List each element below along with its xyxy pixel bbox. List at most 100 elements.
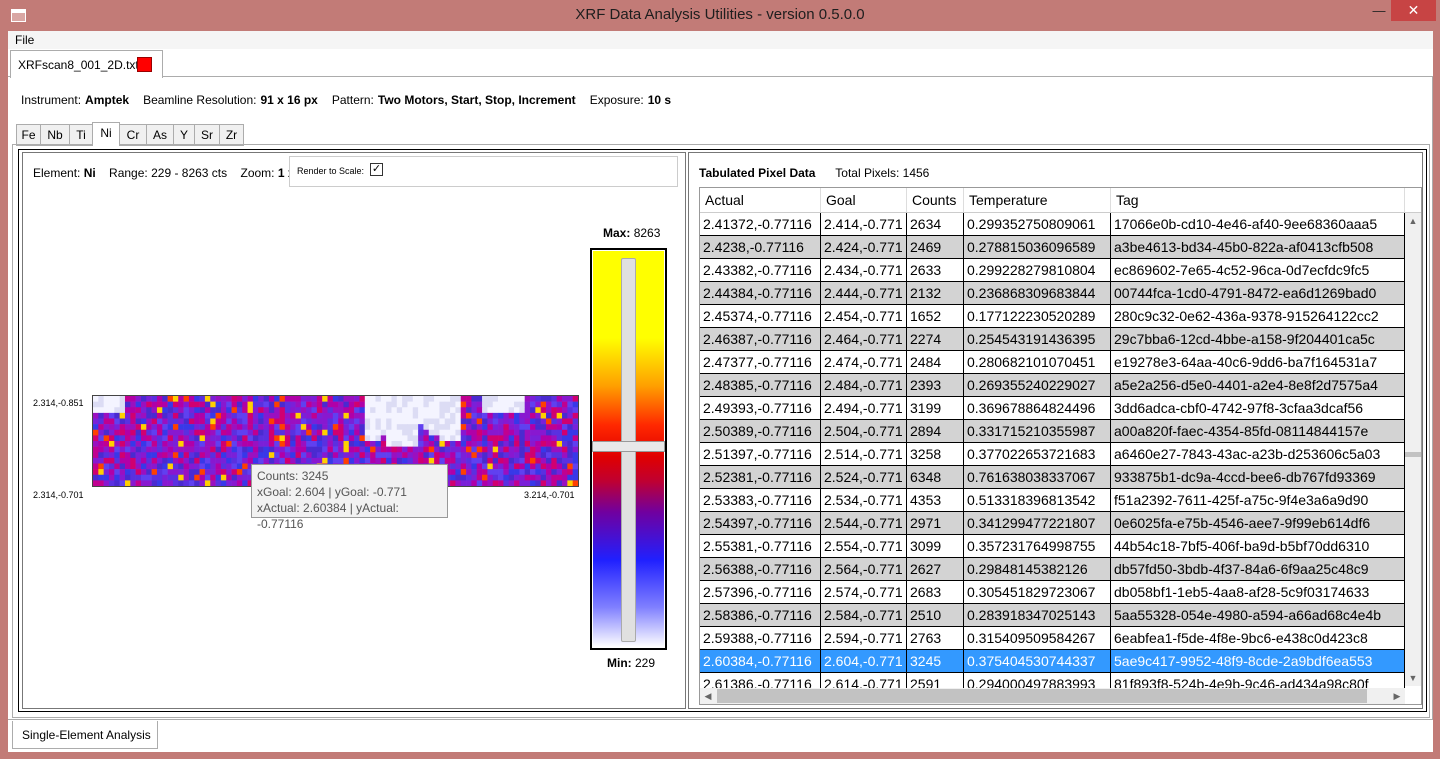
cell-counts: 2633: [907, 259, 964, 282]
cell-tag: 29c7bba6-12cd-4bbe-a158-9f204401ca5c: [1111, 328, 1405, 351]
cell-temperature: 0.357231764998755: [964, 535, 1111, 558]
table-row[interactable]: 2.50389,-0.77116 2.504,-0.771 2894 0.331715…: [700, 420, 1405, 443]
tab-sr[interactable]: Sr: [194, 124, 220, 146]
cell-goal: 2.584,-0.771: [821, 604, 907, 627]
range-slider-thumb[interactable]: [592, 441, 665, 452]
cell-actual: 2.49393,-0.77116: [700, 397, 821, 420]
table-row[interactable]: 2.48385,-0.77116 2.484,-0.771 2393 0.269355…: [700, 374, 1405, 397]
cell-goal: 2.474,-0.771: [821, 351, 907, 374]
minimize-button[interactable]: —: [1368, 0, 1390, 21]
cell-goal: 2.574,-0.771: [821, 581, 907, 604]
horizontal-scrollbar[interactable]: ◀ ▶: [700, 688, 1405, 704]
tab-ni[interactable]: Ni: [92, 122, 120, 146]
table-row[interactable]: 2.55381,-0.77116 2.554,-0.771 3099 0.357231…: [700, 535, 1405, 558]
render-options: Render to Scale: ✓: [289, 156, 678, 187]
element-frame: Element: Ni Range: 229 - 8263 cts Zoom: …: [18, 149, 1427, 712]
tab-single-element-analysis[interactable]: Single-Element Analysis: [12, 721, 158, 749]
file-tab[interactable]: XRFscan8_001_2D.txt: [10, 50, 163, 78]
cell-actual: 2.53383,-0.77116: [700, 489, 821, 512]
cell-tag: 5aa55328-054e-4980-a594-a66ad68c4e4b: [1111, 604, 1405, 627]
cell-counts: 2763: [907, 627, 964, 650]
cell-tag: 933875b1-dc9a-4ccd-bee6-db767fd93369: [1111, 466, 1405, 489]
column-header-tag[interactable]: Tag: [1111, 188, 1405, 212]
cell-temperature: 0.369678864824496: [964, 397, 1111, 420]
cell-temperature: 0.254543191436395: [964, 328, 1111, 351]
cell-tag: db058bf1-1eb5-4aa8-af28-5c9f03174633: [1111, 581, 1405, 604]
table-row[interactable]: 2.54397,-0.77116 2.544,-0.771 2971 0.341299…: [700, 512, 1405, 535]
cell-goal: 2.514,-0.771: [821, 443, 907, 466]
tab-y[interactable]: Y: [173, 124, 195, 146]
table-row[interactable]: 2.53383,-0.77116 2.534,-0.771 4353 0.513318…: [700, 489, 1405, 512]
total-pixels-value: 1456: [902, 166, 930, 180]
table-row[interactable]: 2.44384,-0.77116 2.444,-0.771 2132 0.236868…: [700, 282, 1405, 305]
column-header-temperature[interactable]: Temperature: [964, 188, 1111, 212]
tab-ti[interactable]: Ti: [69, 124, 93, 146]
tab-cr[interactable]: Cr: [119, 124, 147, 146]
scroll-left-icon[interactable]: ◀: [700, 688, 716, 704]
column-header-counts[interactable]: Counts: [907, 188, 964, 212]
cell-counts: 2627: [907, 558, 964, 581]
min-label: Min: 229: [607, 656, 655, 670]
cell-temperature: 0.315409509584267: [964, 627, 1111, 650]
cell-temperature: 0.761638038337067: [964, 466, 1111, 489]
tab-zr[interactable]: Zr: [219, 124, 244, 146]
table-row[interactable]: 2.51397,-0.77116 2.514,-0.771 3258 0.377022…: [700, 443, 1405, 466]
scroll-up-icon[interactable]: ▲: [1405, 213, 1421, 229]
cell-counts: 2484: [907, 351, 964, 374]
coord-bottom-right: 3.214,-0.701: [524, 490, 575, 500]
close-button[interactable]: ✕: [1391, 0, 1436, 21]
resolution-value: 91 x 16 px: [260, 93, 318, 107]
vertical-scroll-thumb[interactable]: [1405, 452, 1421, 457]
bottom-tab-label: Single-Element Analysis: [22, 728, 151, 742]
cell-temperature: 0.269355240229027: [964, 374, 1111, 397]
cell-goal: 2.484,-0.771: [821, 374, 907, 397]
table-row[interactable]: 2.4238,-0.77116 2.424,-0.771 2469 0.2788150…: [700, 236, 1405, 259]
cell-temperature: 0.299352750809061: [964, 213, 1111, 236]
cell-counts: 2971: [907, 512, 964, 535]
cell-actual: 2.56388,-0.77116: [700, 558, 821, 581]
column-header-goal[interactable]: Goal: [821, 188, 907, 212]
cell-counts: 2634: [907, 213, 964, 236]
cell-tag: 3dd6adca-cbf0-4742-97f8-3cfaa3dcaf56: [1111, 397, 1405, 420]
cell-temperature: 0.513318396813542: [964, 489, 1111, 512]
table-row[interactable]: 2.52381,-0.77116 2.524,-0.771 6348 0.761638…: [700, 466, 1405, 489]
tab-fe[interactable]: Fe: [16, 124, 41, 146]
table-row[interactable]: 2.49393,-0.77116 2.494,-0.771 3199 0.369678…: [700, 397, 1405, 420]
cell-tag: 5ae9c417-9952-48f9-8cde-2a9bdf6ea553: [1111, 650, 1405, 673]
horizontal-scroll-thumb[interactable]: [717, 689, 1367, 703]
table-row[interactable]: 2.45374,-0.77116 2.454,-0.771 1652 0.177122…: [700, 305, 1405, 328]
menu-file[interactable]: File: [15, 33, 34, 47]
cell-counts: 3258: [907, 443, 964, 466]
table-row[interactable]: 2.60384,-0.77116 2.604,-0.771 3245 0.375404…: [700, 650, 1405, 673]
instrument-info: Instrument: Amptek Beamline Resolution: 91…: [21, 93, 675, 107]
column-header-actual[interactable]: Actual: [700, 188, 821, 212]
scroll-right-icon[interactable]: ▶: [1389, 688, 1405, 704]
table-row[interactable]: 2.58386,-0.77116 2.584,-0.771 2510 0.283918…: [700, 604, 1405, 627]
vertical-scrollbar[interactable]: ▲ ▼: [1405, 213, 1421, 686]
cell-actual: 2.4238,-0.77116: [700, 236, 821, 259]
cell-counts: 3245: [907, 650, 964, 673]
min-value: 229: [635, 656, 656, 670]
cell-tag: 0e6025fa-e75b-4546-aee7-9f99eb614df6: [1111, 512, 1405, 535]
cell-goal: 2.454,-0.771: [821, 305, 907, 328]
table-row[interactable]: 2.56388,-0.77116 2.564,-0.771 2627 0.298481…: [700, 558, 1405, 581]
table-row[interactable]: 2.43382,-0.77116 2.434,-0.771 2633 0.299228…: [700, 259, 1405, 282]
tab-as[interactable]: As: [146, 124, 174, 146]
cell-temperature: 0.331715210355987: [964, 420, 1111, 443]
table-row[interactable]: 2.41372,-0.77116 2.414,-0.771 2634 0.299352…: [700, 213, 1405, 236]
table-row[interactable]: 2.57396,-0.77116 2.574,-0.771 2683 0.305451…: [700, 581, 1405, 604]
cell-counts: 2393: [907, 374, 964, 397]
table-header-info: Tabulated Pixel Data Total Pixels: 1456: [699, 166, 929, 180]
cell-temperature: 0.375404530744337: [964, 650, 1111, 673]
scroll-down-icon[interactable]: ▼: [1405, 670, 1421, 686]
table-row[interactable]: 2.46387,-0.77116 2.464,-0.771 2274 0.254543…: [700, 328, 1405, 351]
render-to-scale-checkbox[interactable]: ✓: [370, 163, 383, 176]
cell-actual: 2.44384,-0.77116: [700, 282, 821, 305]
table-row[interactable]: 2.59388,-0.77116 2.594,-0.771 2763 0.315409…: [700, 627, 1405, 650]
tab-nb[interactable]: Nb: [40, 124, 70, 146]
pixel-data-grid[interactable]: Actual Goal Counts Temperature Tag 2.413…: [699, 187, 1422, 705]
element-label: Element:: [33, 166, 81, 180]
file-color-swatch[interactable]: [137, 57, 152, 72]
table-row[interactable]: 2.47377,-0.77116 2.474,-0.771 2484 0.280682…: [700, 351, 1405, 374]
coord-top-left: 2.314,-0.851: [33, 398, 84, 408]
